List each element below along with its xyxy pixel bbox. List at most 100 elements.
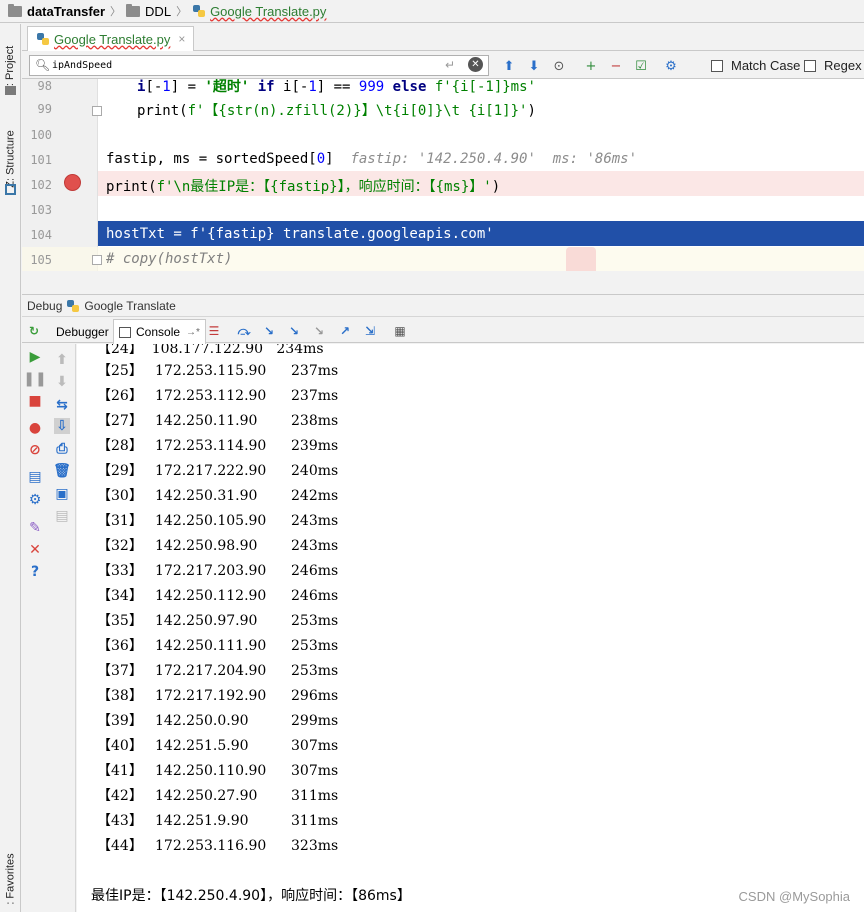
tab-debugger[interactable]: Debugger — [51, 319, 114, 344]
favorites-tool-tab[interactable]: : Favorites — [0, 844, 21, 912]
console-idx: 【44】 — [97, 838, 143, 854]
soft-wrap-icon[interactable]: ⇆ — [54, 397, 70, 413]
folder-icon — [8, 3, 22, 17]
code-line-101: fastip, ms = sortedSpeed[0] fastip: '142… — [106, 151, 638, 167]
step-into-my-code-icon[interactable]: ↘ — [286, 323, 302, 339]
close-debug-icon[interactable]: ✕ — [27, 542, 43, 558]
match-case-label: Match Case — [731, 58, 801, 73]
add-occurrence-icon[interactable]: + — [582, 57, 600, 75]
console-ms: 296ms — [291, 688, 339, 704]
breakpoint-icon[interactable] — [64, 174, 81, 191]
editor-tab-google-translate[interactable]: Google Translate.py × — [27, 26, 195, 51]
restore-layout-icon[interactable]: ▤ — [27, 469, 43, 485]
pin-icon[interactable]: →* — [186, 327, 200, 338]
console-ip: 142.251.9.90 — [155, 813, 249, 829]
fold-marker-icon[interactable] — [92, 255, 102, 265]
pause-icon[interactable]: ❚❚ — [23, 371, 46, 387]
print-icon[interactable]: ⎙ — [54, 441, 70, 457]
regex-box[interactable] — [804, 59, 816, 72]
evaluate-expression-icon[interactable]: ▦ — [392, 323, 408, 339]
left-tool-stripe: 1: Project Z: Structure : Favorites — [0, 24, 21, 912]
match-case-box[interactable] — [711, 59, 723, 72]
rerun-icon[interactable]: ↻ — [26, 323, 42, 339]
console-idx: 【37】 — [97, 663, 143, 679]
structure-tab-label: Z: Structure — [4, 130, 17, 188]
remove-occurrence-icon[interactable]: − — [607, 57, 625, 75]
console-idx: 【32】 — [97, 538, 143, 554]
breadcrumb-project[interactable]: dataTransfer — [8, 3, 105, 19]
console-ip: 172.217.222.90 — [155, 463, 267, 479]
clear-all-icon[interactable]: 🗑︎ — [53, 463, 71, 479]
code-line-99: print(f'【{str(n).zfill(2)}】\t{i[0]}\t {i… — [137, 103, 536, 119]
scroll-to-end-icon[interactable]: ⇩ — [54, 418, 70, 434]
line-number: 102 — [30, 178, 52, 192]
console-idx: 【29】 — [97, 463, 143, 479]
settings-icon[interactable]: ⚙ — [27, 492, 43, 508]
force-step-into-icon[interactable]: ↘ — [311, 323, 327, 339]
clear-search-icon[interactable]: ✕ — [468, 57, 483, 72]
pin-tab-icon[interactable]: ✎ — [27, 520, 43, 536]
find-all-icon[interactable]: ⊙ — [550, 57, 568, 75]
debug-config-name: Google Translate — [84, 298, 176, 313]
breadcrumb-file[interactable]: Google Translate.py — [192, 4, 326, 19]
console-line: 【40】 142.251.5.90 307ms — [97, 735, 338, 755]
console-idx: 【39】 — [97, 713, 143, 729]
console-ms: 242ms — [291, 488, 339, 504]
console-idx: 【41】 — [97, 763, 143, 779]
console-line: 【35】 142.250.97.90 253ms — [97, 610, 338, 630]
help-icon[interactable]: ? — [27, 564, 43, 580]
code-line-105: # copy(hostTxt) — [106, 251, 233, 267]
console-ip: 172.217.204.90 — [155, 663, 267, 679]
history-icon[interactable]: ↵ — [445, 58, 455, 72]
folder-icon — [126, 3, 141, 17]
console-ms: 243ms — [291, 538, 339, 554]
search-icon[interactable]: 🔍︎ — [35, 58, 50, 72]
mute-breakpoints-icon[interactable]: ⊘ — [27, 442, 43, 458]
console-ms: 239ms — [291, 438, 339, 454]
console-ip: 142.250.97.90 — [155, 613, 258, 629]
fold-marker-icon[interactable] — [92, 106, 102, 116]
tab-console[interactable]: Console →* — [113, 319, 206, 344]
console-line: 【29】 172.217.222.90 240ms — [97, 460, 338, 480]
view-breakpoints-icon[interactable]: ● — [27, 420, 43, 436]
step-over-icon[interactable]: ⤼ — [236, 323, 252, 339]
debug-toolbar: ↻ Debugger Console →* ☰ ⤼ ↘ ↘ ↘ ↗ ⇲ ▦ — [22, 316, 864, 344]
console-output[interactable]: 【24】 108.177.122.90 234ms 【25】 172.253.11… — [77, 344, 864, 912]
step-out-icon[interactable]: ↗ — [337, 323, 353, 339]
console-line: 【41】 142.250.110.90 307ms — [97, 760, 338, 780]
regex-checkbox[interactable]: Regex — [804, 58, 862, 73]
regex-label: Regex — [824, 58, 862, 73]
filter-settings-icon[interactable]: ⚙ — [662, 57, 680, 75]
scroll-down-icon[interactable]: ⬇ — [54, 374, 70, 390]
best-ip-result: 最佳IP是：【142.250.4.90】，响应时间：【86ms】 — [91, 888, 411, 904]
show-execution-point-icon[interactable]: ☰ — [206, 323, 222, 339]
floating-search-icon[interactable] — [566, 247, 596, 271]
console-idx: 【30】 — [97, 488, 143, 504]
python-run-config-icon — [67, 299, 80, 312]
line-number: 98 — [37, 79, 52, 93]
console-line: 【28】 172.253.114.90 239ms — [97, 435, 338, 455]
match-case-checkbox[interactable]: Match Case — [711, 58, 800, 73]
previous-occurrence-icon[interactable]: ⬆ — [500, 57, 518, 75]
select-all-occurrences-icon[interactable]: ☑ — [632, 57, 650, 75]
console-idx: 【38】 — [97, 688, 143, 704]
console-line: 【39】 142.250.0.90 299ms — [97, 710, 338, 730]
search-input[interactable] — [52, 56, 432, 75]
code-line-98: i[-1] = '超时' if i[-1] == 999 else f'{i[-… — [137, 79, 536, 95]
breadcrumb-file-label: Google Translate.py — [210, 3, 327, 19]
resume-icon[interactable]: ▶ — [27, 349, 43, 365]
code-editor[interactable]: 98 99 100 101 102 103 104 105 i[-1] = '超… — [22, 79, 864, 271]
close-icon[interactable]: × — [178, 32, 185, 46]
console-ip: 142.250.112.90 — [155, 588, 267, 604]
console-ip: 172.253.115.90 — [155, 363, 267, 379]
step-into-icon[interactable]: ↘ — [261, 323, 277, 339]
next-occurrence-icon[interactable]: ⬇ — [525, 57, 543, 75]
stop-icon[interactable]: ■ — [27, 393, 43, 409]
watermark: CSDN @MySophia — [738, 889, 850, 904]
scroll-up-icon[interactable]: ⬆ — [54, 352, 70, 368]
show-variables-icon[interactable]: ▤ — [54, 508, 70, 524]
run-to-cursor-icon[interactable]: ⇲ — [362, 323, 378, 339]
console-idx: 【35】 — [97, 613, 143, 629]
show-python-prompt-icon[interactable]: ▣ — [54, 486, 70, 502]
breadcrumb-folder[interactable]: DDL — [126, 3, 171, 19]
